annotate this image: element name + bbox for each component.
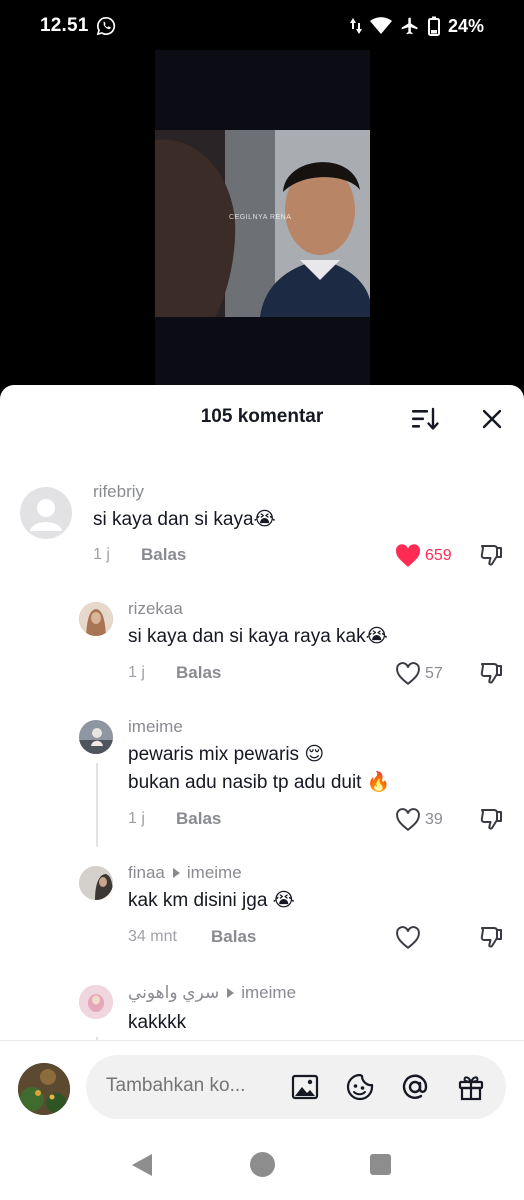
avatar[interactable] — [79, 720, 113, 754]
video-frame — [155, 130, 370, 317]
comment-username[interactable]: سري واهوني imeime — [128, 983, 296, 1003]
reply-button[interactable]: Balas — [141, 545, 186, 565]
dislike-icon[interactable] — [479, 660, 505, 686]
comments-header: 105 komentar — [0, 385, 524, 449]
comment-username[interactable]: imeime — [128, 717, 183, 737]
comment-input-container[interactable] — [86, 1055, 506, 1119]
mention-icon[interactable] — [400, 1072, 430, 1102]
video-watermark: CEGILNYA RENA — [229, 214, 292, 221]
heart-filled-icon[interactable] — [395, 544, 421, 568]
comment-text: kak km disini jga 😭 — [128, 890, 295, 911]
comment-input-bar — [0, 1040, 524, 1136]
system-nav-bar — [0, 1136, 524, 1200]
reply-button[interactable]: Balas — [176, 809, 221, 829]
comment-time: 1 j — [93, 546, 110, 563]
avatar[interactable] — [20, 487, 72, 539]
avatar[interactable] — [79, 985, 113, 1019]
comment-text: si kaya dan si kaya raya kak😭 — [128, 626, 388, 647]
video-scene — [155, 130, 370, 317]
comment-username[interactable]: rifebriy — [93, 482, 144, 502]
recent-apps-icon[interactable] — [370, 1154, 391, 1175]
comment-time: 1 j — [128, 664, 145, 681]
like-count: 39 — [425, 811, 443, 828]
like-count: 57 — [425, 665, 443, 682]
heart-outline-icon[interactable] — [395, 662, 421, 686]
reply-arrow-icon — [227, 988, 235, 999]
user-avatar-image — [79, 866, 113, 900]
battery-icon — [427, 16, 440, 36]
comment-time: 34 mnt — [128, 928, 177, 945]
wifi-icon — [369, 17, 392, 34]
close-icon[interactable] — [478, 405, 506, 433]
comment-text: kakkkk — [128, 1012, 187, 1033]
back-icon[interactable] — [130, 1152, 154, 1178]
my-avatar[interactable] — [18, 1063, 70, 1115]
screen: 12.51 24% CEGILNYA RENA 105 komentar rif… — [0, 0, 524, 1200]
user-avatar-image — [79, 985, 113, 1019]
like-count: 659 — [425, 547, 452, 564]
comment-time: 1 j — [128, 810, 145, 827]
user-avatar-image — [79, 602, 113, 636]
comment-input[interactable] — [106, 1075, 266, 1097]
reply-arrow-icon — [172, 868, 180, 879]
comment-text: si kaya dan si kaya😭 — [93, 509, 276, 530]
sticker-icon[interactable] — [345, 1072, 375, 1102]
home-icon[interactable] — [250, 1152, 275, 1177]
heart-outline-icon[interactable] — [395, 926, 421, 950]
status-bar: 12.51 24% — [0, 0, 524, 52]
dislike-icon[interactable] — [479, 542, 505, 568]
comment-text-line2: bukan adu nasib tp adu duit 🔥 — [128, 772, 391, 793]
comment-username[interactable]: finaa imeime — [128, 863, 242, 883]
gift-icon[interactable] — [456, 1072, 486, 1102]
data-arrows-icon — [349, 18, 362, 34]
dislike-icon[interactable] — [479, 806, 505, 832]
avatar[interactable] — [79, 602, 113, 636]
my-avatar-image — [18, 1063, 70, 1115]
avatar[interactable] — [79, 866, 113, 900]
heart-outline-icon[interactable] — [395, 808, 421, 832]
comments-count-title: 105 komentar — [200, 406, 324, 427]
dislike-icon[interactable] — [479, 924, 505, 950]
airplane-icon — [401, 17, 418, 35]
sort-icon[interactable] — [410, 406, 440, 432]
user-avatar-image — [79, 720, 113, 754]
battery-level: 24% — [447, 15, 484, 36]
default-avatar-icon — [30, 499, 62, 531]
status-icons: 24% — [349, 15, 484, 37]
status-time: 12.51 — [40, 15, 89, 36]
comment-username[interactable]: rizekaa — [128, 599, 183, 619]
video-player[interactable]: CEGILNYA RENA — [155, 50, 370, 385]
image-icon[interactable] — [290, 1072, 320, 1102]
comment-text: pewaris mix pewaris 😌 — [128, 744, 325, 765]
reply-button[interactable]: Balas — [211, 927, 256, 947]
thread-line — [96, 763, 98, 847]
reply-button[interactable]: Balas — [176, 663, 221, 683]
whatsapp-icon — [96, 16, 115, 36]
